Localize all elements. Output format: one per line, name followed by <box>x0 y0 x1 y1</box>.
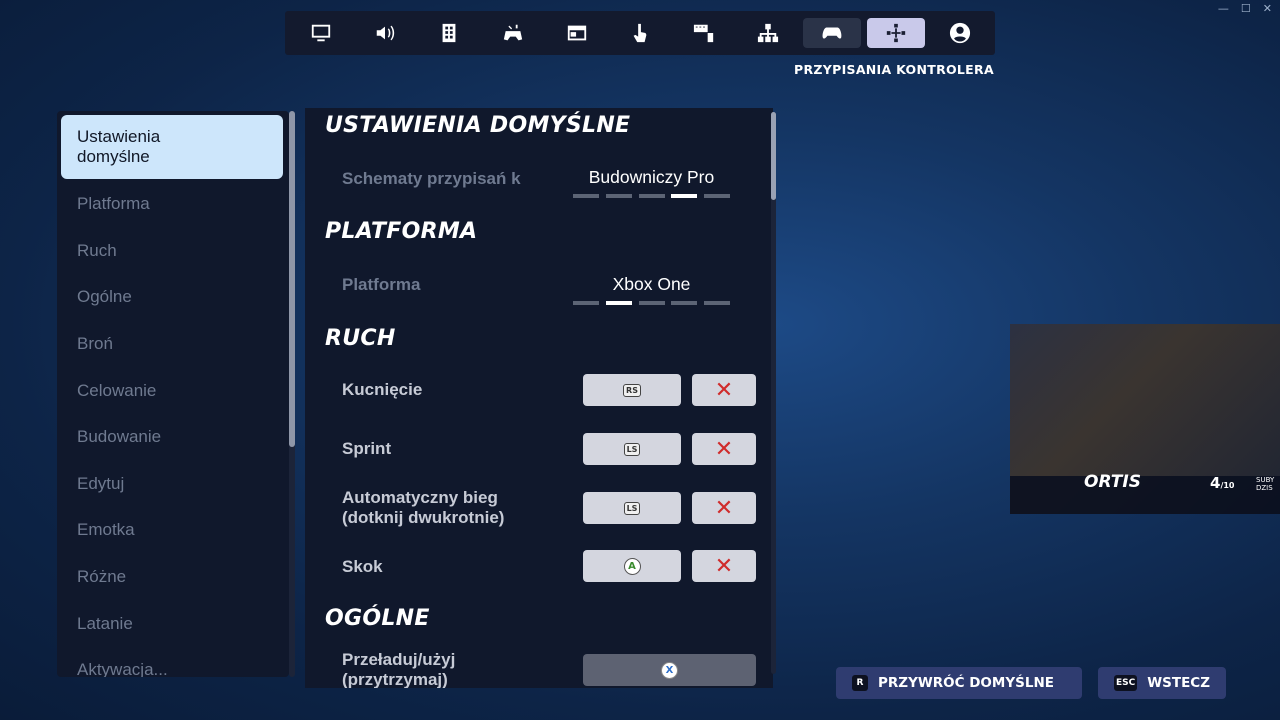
tab-controller[interactable] <box>803 18 862 48</box>
x-button-icon: X <box>661 661 678 679</box>
gamepad-layout-icon <box>442 23 456 43</box>
platform-label: Platforma <box>342 275 421 294</box>
controller-bindings-icon <box>886 23 906 43</box>
sidebar-item-edit[interactable]: Edytuj <box>57 461 289 508</box>
platform-value: Xbox One <box>612 274 691 294</box>
autorun-clear-button[interactable]: ✕ <box>692 492 756 524</box>
tab-touch[interactable] <box>612 18 670 48</box>
speaker-icon <box>376 25 395 41</box>
accessibility-controller-icon <box>503 24 522 41</box>
tab-account[interactable] <box>931 18 989 48</box>
tab-controller-bindings[interactable] <box>867 18 926 48</box>
sidebar-item-misc[interactable]: Różne <box>57 554 289 601</box>
pip <box>704 301 730 305</box>
tab-game[interactable] <box>420 18 478 48</box>
sidebar: Ustawienia domyślne Platforma Ruch Ogóln… <box>57 111 289 677</box>
sidebar-item-building[interactable]: Budowanie <box>57 414 289 461</box>
sidebar-item-defaults[interactable]: Ustawienia domyślne <box>61 115 283 179</box>
sidebar-scrollbar-thumb[interactable] <box>289 111 295 447</box>
maximize-button[interactable]: ☐ <box>1241 2 1251 15</box>
sidebar-item-platform[interactable]: Platforma <box>57 181 289 228</box>
scheme-pips <box>573 194 730 198</box>
reset-defaults-label: PRZYWRÓĆ DOMYŚLNE <box>878 675 1054 691</box>
platform-selector[interactable]: Xbox One <box>573 274 730 305</box>
autorun-binding-button[interactable]: LS <box>583 492 681 524</box>
pip <box>704 194 730 198</box>
defaults-heading: USTAWIENIA DOMYŚLNE <box>325 113 631 138</box>
sidebar-item-aiming[interactable]: Celowanie <box>57 367 289 414</box>
sprint-binding-button[interactable]: LS <box>583 433 681 465</box>
pip <box>573 194 599 198</box>
ls-button-icon: LS <box>623 501 641 515</box>
streamer-name: ORTIS <box>1084 472 1141 492</box>
back-button[interactable]: ESC WSTECZ <box>1098 667 1226 699</box>
sprint-label: Sprint <box>342 439 392 458</box>
general-heading: OGÓLNE <box>325 606 430 631</box>
sidebar-item-label: Ustawienia domyślne <box>77 127 161 166</box>
touch-icon <box>634 23 647 43</box>
autorun-label: Automatyczny bieg (dotknij dwukrotnie) <box>342 488 505 527</box>
pip <box>671 301 698 305</box>
ls-button-icon: LS <box>623 442 641 456</box>
panel-scrollbar-thumb[interactable] <box>771 112 776 200</box>
sprint-clear-button[interactable]: ✕ <box>692 433 756 465</box>
window-icon <box>567 25 586 41</box>
close-button[interactable]: ✕ <box>1263 2 1272 15</box>
crouch-clear-button[interactable]: ✕ <box>692 374 756 406</box>
reload-label: Przeładuj/użyj (przytrzymaj) <box>342 650 456 688</box>
pip <box>573 301 599 305</box>
pip-selected <box>605 301 632 305</box>
tab-audio[interactable] <box>356 18 414 48</box>
section-caption: PRZYPISANIA KONTROLERA <box>794 62 994 77</box>
crouch-label: Kucnięcie <box>342 380 423 399</box>
scheme-value: Budowniczy Pro <box>588 167 715 187</box>
jump-clear-button[interactable]: ✕ <box>692 550 756 582</box>
sidebar-item-emote[interactable]: Emotka <box>57 507 289 554</box>
reset-defaults-button[interactable]: R PRZYWRÓĆ DOMYŚLNE <box>836 667 1082 699</box>
pip-selected <box>671 194 698 198</box>
minimize-button[interactable]: — <box>1218 2 1229 15</box>
tab-network[interactable] <box>739 18 797 48</box>
window-controls: — ☐ ✕ <box>1218 2 1272 15</box>
sidebar-item-flying[interactable]: Latanie <box>57 600 289 647</box>
pip <box>638 194 665 198</box>
account-icon <box>949 22 971 44</box>
scheme-label: Schematy przypisań k <box>342 169 521 188</box>
webcam-banner <box>1010 476 1280 514</box>
r-key-icon: R <box>852 675 868 691</box>
network-icon <box>758 23 779 43</box>
sidebar-item-weapon[interactable]: Broń <box>57 321 289 368</box>
tab-accessibility[interactable] <box>484 18 542 48</box>
webcam-overlay: ORTIS 4/10 SUBY DZIS <box>1010 324 1280 514</box>
sub-goal-count: 4/10 <box>1210 474 1235 492</box>
sidebar-item-movement[interactable]: Ruch <box>57 228 289 275</box>
sidebar-item-activation[interactable]: Aktywacja... <box>57 647 289 677</box>
tab-ui[interactable] <box>548 18 606 48</box>
reload-binding-button[interactable]: X <box>583 654 756 686</box>
a-button-icon: A <box>623 557 641 575</box>
jump-binding-button[interactable]: A <box>583 550 681 582</box>
pip <box>638 301 665 305</box>
sub-goal-label: SUBY DZIS <box>1256 476 1275 492</box>
pip <box>605 194 632 198</box>
monitor-icon <box>311 24 331 42</box>
esc-key-icon: ESC <box>1114 675 1138 691</box>
back-label: WSTECZ <box>1147 675 1210 691</box>
movement-heading: RUCH <box>325 326 396 351</box>
jump-label: Skok <box>342 557 383 576</box>
controller-icon <box>822 27 842 39</box>
scheme-selector[interactable]: Budowniczy Pro <box>573 167 730 198</box>
settings-panel: USTAWIENIA DOMYŚLNE Schematy przypisań k… <box>305 108 773 688</box>
sidebar-item-general[interactable]: Ogólne <box>57 274 289 321</box>
crouch-binding-button[interactable]: RS <box>583 374 681 406</box>
platform-pips <box>573 301 730 305</box>
tab-keyboard-mouse[interactable] <box>675 18 733 48</box>
settings-tab-bar <box>285 11 995 55</box>
rs-button-icon: RS <box>623 383 641 397</box>
keyboard-mouse-icon <box>694 24 714 43</box>
platform-heading: PLATFORMA <box>325 219 478 244</box>
tab-display[interactable] <box>292 18 350 48</box>
